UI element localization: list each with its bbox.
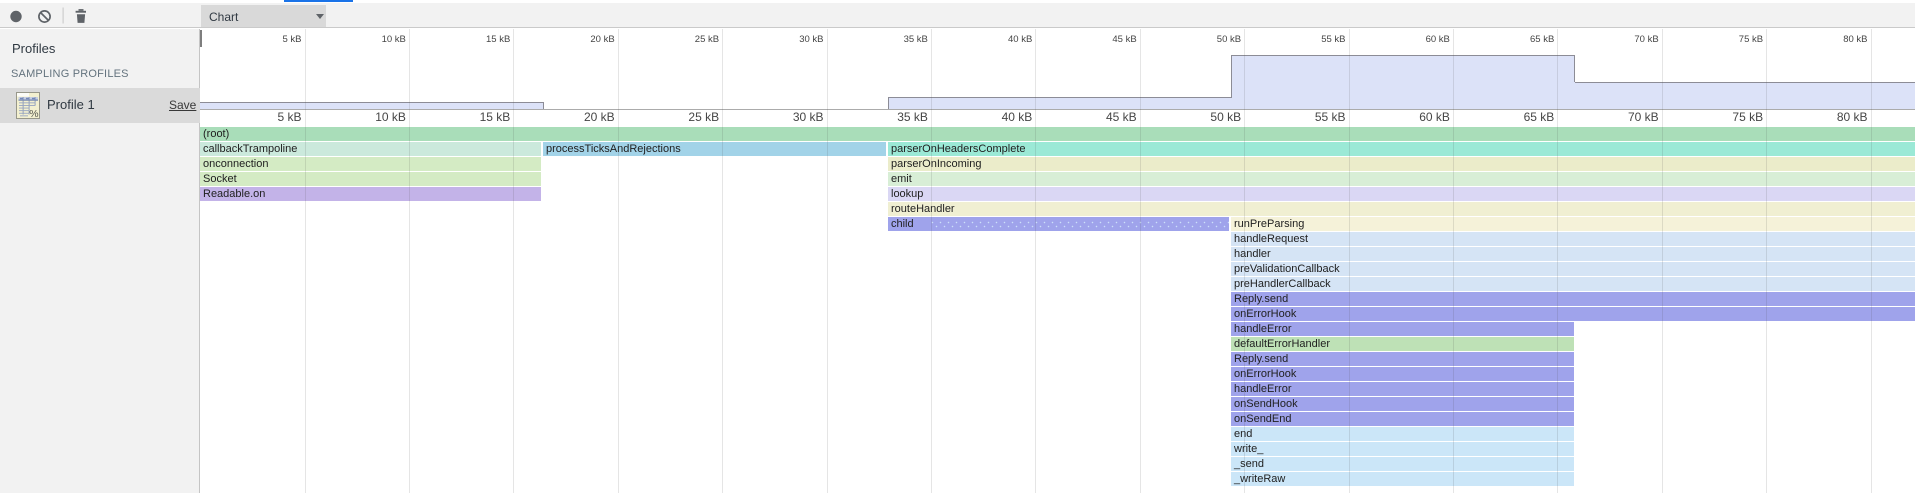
svg-text:%: % xyxy=(29,108,38,119)
